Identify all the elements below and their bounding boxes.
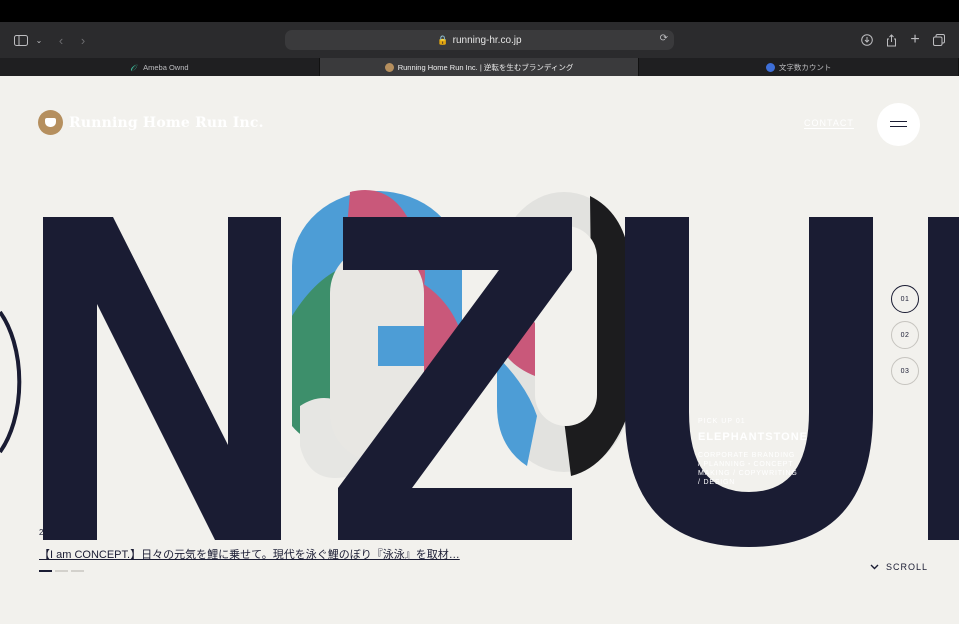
contact-link[interactable]: CONTACT — [804, 118, 854, 129]
reload-icon[interactable]: ⟳ — [660, 33, 668, 44]
news-slider-dots[interactable] — [39, 570, 84, 572]
tab-label: 文字数カウント — [778, 62, 832, 72]
sidebar-toggle-icon[interactable] — [12, 31, 30, 49]
dot-1[interactable] — [39, 570, 52, 572]
letter-partial-right-shape — [928, 217, 959, 540]
tab-character-count[interactable]: 文字数カウント — [639, 58, 959, 76]
pickup-label: PICK UP 01 — [698, 418, 746, 425]
forward-icon[interactable]: › — [74, 31, 92, 49]
letter-u-shape — [625, 217, 873, 547]
logo-mark-icon — [38, 110, 63, 135]
slide-pager-01[interactable]: 01 — [891, 285, 919, 313]
tab-overview-icon[interactable] — [930, 31, 948, 49]
new-tab-icon[interactable]: + — [906, 31, 924, 49]
partial-ring-shape — [0, 310, 22, 454]
tab-label: Running Home Run Inc. | 逆転を生むブランディング — [397, 62, 574, 72]
site-logo[interactable]: Running Home Run Inc. — [38, 110, 264, 135]
counter-favicon-icon — [765, 62, 775, 72]
dot-2[interactable] — [55, 570, 68, 572]
chevron-down-icon[interactable]: ⌄ — [30, 31, 48, 49]
chevron-down-icon — [870, 564, 879, 570]
lock-icon: 🔒 — [437, 34, 449, 45]
tab-strip: 𝒪 Ameba Ownd Running Home Run Inc. | 逆転を… — [0, 58, 959, 76]
news-headline-link[interactable]: 【I am CONCEPT.】日々の元気を鯉に乗せて。現代を泳ぐ鯉のぼり『泳泳』… — [39, 546, 460, 562]
address-bar[interactable]: 🔒 running-hr.co.jp ⟳ — [285, 30, 674, 50]
tab-running-home-run[interactable]: Running Home Run Inc. | 逆転を生むブランディング — [319, 58, 640, 76]
pickup-title: ELEPHANTSTONE — [698, 431, 808, 443]
scroll-label: SCROLL — [886, 562, 929, 572]
hamburger-menu-button[interactable] — [877, 103, 920, 146]
hero-graphic — [0, 190, 959, 547]
back-icon[interactable]: ‹ — [52, 31, 70, 49]
website-viewport: Running Home Run Inc. CONTACT 01 02 03 P… — [0, 76, 959, 624]
running-favicon-icon — [384, 62, 394, 72]
tab-label: Ameba Ownd — [143, 62, 189, 72]
system-top-bar — [0, 0, 959, 22]
ameba-favicon-icon: 𝒪 — [130, 62, 136, 73]
browser-toolbar: ⌄ ‹ › 🔒 running-hr.co.jp ⟳ + — [0, 22, 959, 58]
slide-pager-02[interactable]: 02 — [891, 321, 919, 349]
pickup-card[interactable]: PICK UP 01 ELEPHANTSTONE CORPORATE BRAND… — [698, 418, 808, 487]
download-icon[interactable] — [858, 31, 876, 49]
share-icon[interactable] — [882, 31, 900, 49]
url-text: running-hr.co.jp — [452, 34, 522, 46]
pickup-details: CORPORATE BRANDING / PLANNING・CONCEPT MA… — [698, 452, 798, 486]
news-date: 2 — [39, 528, 44, 537]
logo-text: Running Home Run Inc. — [69, 114, 264, 131]
dot-3[interactable] — [71, 570, 84, 572]
scroll-indicator[interactable]: SCROLL — [870, 562, 928, 572]
tab-ameba-ownd[interactable]: 𝒪 Ameba Ownd — [0, 58, 320, 76]
slide-pager-03[interactable]: 03 — [891, 357, 919, 385]
letter-n-shape — [43, 217, 281, 540]
